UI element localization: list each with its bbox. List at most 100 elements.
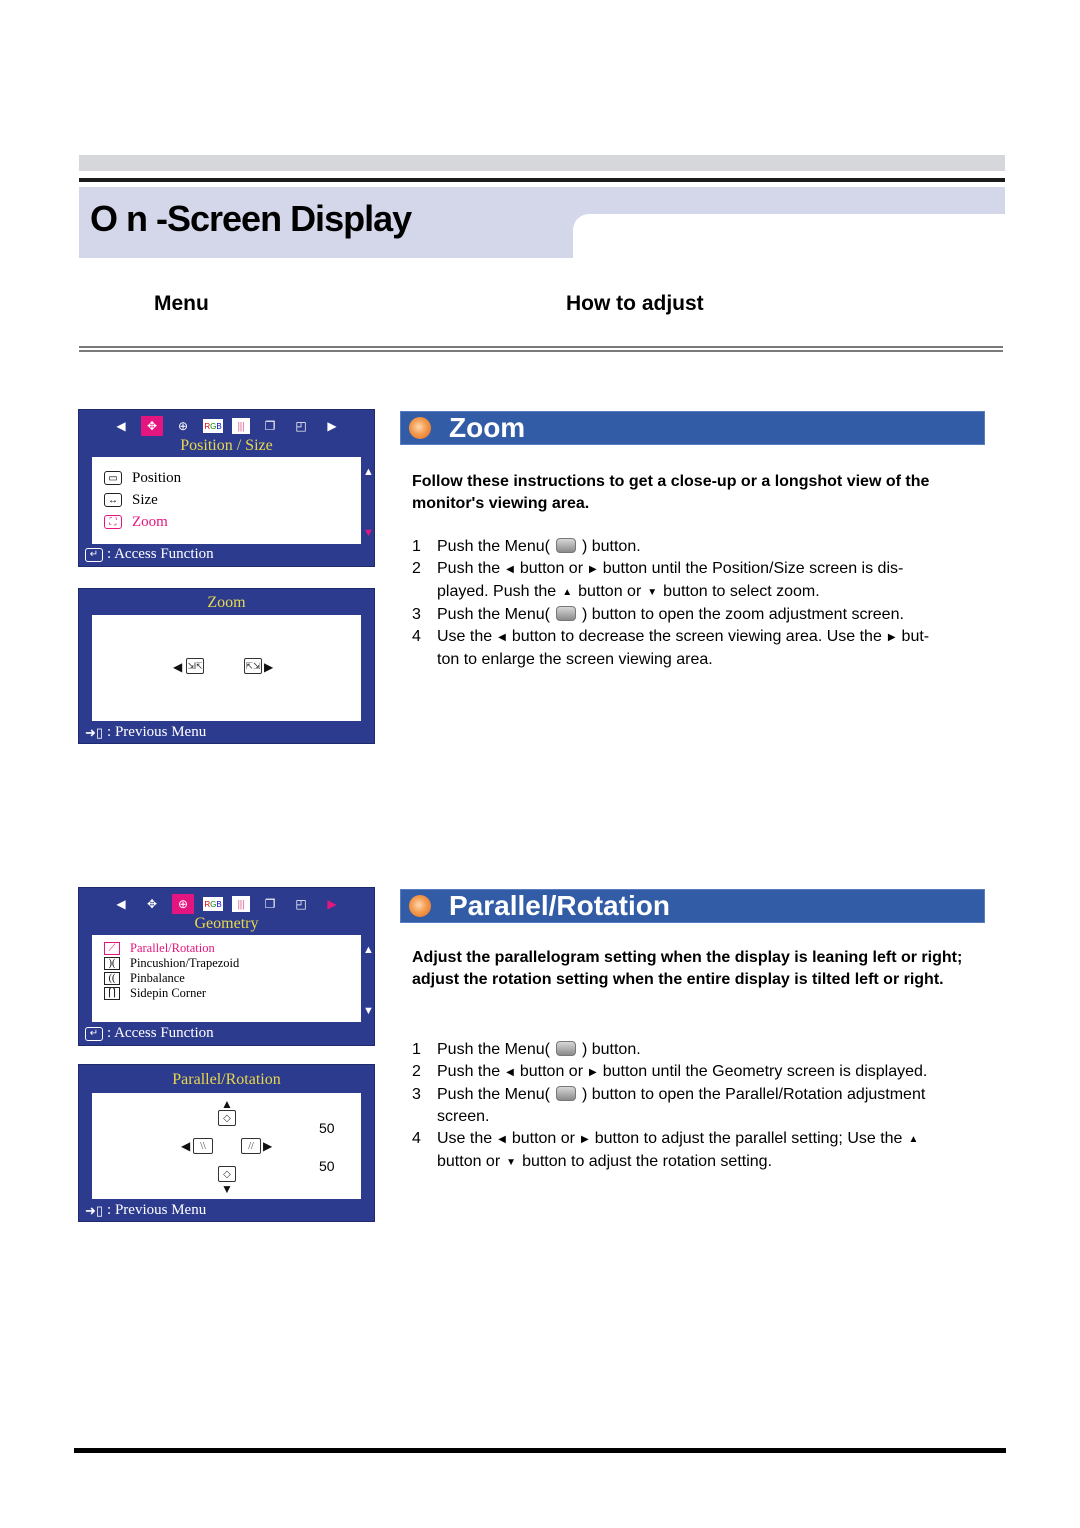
osd-tab-row: ◀ ✥ ⊕ RGB ||| ❐ ◰ ▶ — [79, 416, 374, 436]
osd-geometry-screen: ◀ ✥ ⊕ RGB ||| ❐ ◰ ▶ Geometry ⟋ Parallel/… — [78, 887, 375, 1046]
scroll-up-arrow-icon[interactable]: ▲ — [363, 944, 374, 956]
enter-icon: ↵ — [85, 1026, 103, 1041]
rgb-icon[interactable]: RGB — [203, 897, 223, 911]
down-button-icon: ▼ — [647, 587, 658, 598]
menu-button-icon — [555, 1086, 576, 1101]
left-button-icon: ◀ — [506, 1067, 514, 1078]
page-title: O n -Screen Display — [90, 198, 412, 239]
step-1: 1 Push the Menu() button. — [412, 1041, 641, 1058]
section-header-parallel-rotation: Parallel/Rotation — [400, 889, 985, 923]
zoom-steps: 1 Push the Menu() button. 2 Push the ◀ butto… — [412, 536, 1012, 671]
osd-menu-item-position[interactable]: ▭ Position — [104, 467, 361, 489]
osd-parallel-rotation-screen: Parallel/Rotation ▲ ◇ ◀ \\ // ▶ ◇ ▼ 50 5… — [78, 1064, 375, 1222]
bullet-icon — [409, 895, 431, 917]
zoom-intro: Follow these instructions to get a close… — [412, 473, 930, 512]
down-button-icon: ▼ — [506, 1157, 517, 1168]
header-double-rule — [79, 346, 1003, 352]
color-bars-icon[interactable]: ||| — [232, 896, 250, 912]
parallel-left-arrow-icon[interactable]: ◀ — [181, 1139, 190, 1154]
right-button-icon: ▶ — [887, 632, 896, 643]
step-2: 2 Push the ◀ button or ▶ button until the Geo… — [412, 1061, 1012, 1084]
rotation-right-icon: ◇ — [218, 1110, 236, 1126]
menu-button-icon — [555, 606, 576, 621]
left-button-icon: ◀ — [498, 1134, 506, 1145]
step-1: 1 Push the Menu() button. — [412, 538, 641, 555]
rotation-value: 50 — [319, 1158, 335, 1174]
multi-window-icon[interactable]: ❐ — [259, 894, 281, 914]
scroll-down-arrow-icon[interactable]: ▼ — [363, 1005, 374, 1017]
left-button-icon: ◀ — [498, 632, 506, 643]
exit-door-icon: ➜▯ — [85, 1202, 104, 1218]
osd-footer: ↵ : Access Function — [85, 546, 214, 563]
menu-button-icon — [555, 538, 576, 553]
right-button-icon: ▶ — [581, 1134, 589, 1145]
left-arrow-icon[interactable]: ◀ — [110, 416, 132, 436]
rgb-icon[interactable]: RGB — [203, 419, 223, 433]
osd-position-size-screen: ◀ ✥ ⊕ RGB ||| ❐ ◰ ▶ Position / Size ▭ Po… — [78, 409, 375, 567]
right-arrow-icon[interactable]: ▶ — [321, 416, 343, 436]
osd-menu-list: ▭ Position ↔ Size ⛶ Zoom — [92, 457, 361, 544]
geometry-icon[interactable]: ⊕ — [172, 894, 194, 914]
position-size-icon[interactable]: ✥ — [141, 894, 163, 914]
step-2: 2 Push the ◀ button or ▶ button until the Pos… — [412, 558, 1012, 604]
window-layout-icon[interactable]: ◰ — [290, 416, 312, 436]
pinbalance-icon: (( — [104, 972, 120, 985]
window-layout-icon[interactable]: ◰ — [290, 894, 312, 914]
exit-door-icon: ➜▯ — [85, 724, 104, 740]
step-4: 4 Use the ◀ button or ▶ button to adjust the … — [412, 1128, 1012, 1174]
right-arrow-icon[interactable]: ▶ — [321, 894, 343, 914]
osd-tab-row: ◀ ✥ ⊕ RGB ||| ❐ ◰ ▶ — [79, 894, 374, 914]
osd-menu-item-sidepin-corner[interactable]: ⌈⌉ Sidepin Corner — [104, 986, 361, 1001]
osd-footer: ↵ : Access Function — [85, 1025, 214, 1042]
step-3: 3 Push the Menu() button to open the zoom… — [412, 606, 904, 623]
parallel-rotation-icon: ⟋ — [104, 942, 120, 955]
parallel-steps: 1 Push the Menu() button. 2 Push the ◀ butto… — [412, 1039, 1012, 1174]
parallel-intro: Adjust the parallelogram setting when th… — [412, 949, 963, 988]
osd-menu-item-zoom[interactable]: ⛶ Zoom — [104, 511, 361, 533]
up-button-icon: ▲ — [562, 587, 573, 598]
rotation-down-arrow-icon[interactable]: ▼ — [221, 1182, 233, 1197]
position-size-icon[interactable]: ✥ — [141, 416, 163, 436]
osd-caption: Parallel/Rotation — [172, 1071, 281, 1088]
osd-menu-list: ⟋ Parallel/Rotation )( Pincushion/Trapez… — [92, 935, 361, 1022]
color-bars-icon[interactable]: ||| — [232, 418, 250, 434]
size-icon: ↔ — [104, 493, 122, 507]
osd-menu-item-pincushion-trapezoid[interactable]: )( Pincushion/Trapezoid — [104, 956, 361, 971]
pincushion-icon: )( — [104, 957, 120, 970]
scroll-up-arrow-icon[interactable]: ▲ — [363, 466, 374, 478]
osd-parallel-panel: ▲ ◇ ◀ \\ // ▶ ◇ ▼ 50 50 — [92, 1093, 361, 1199]
osd-menu-item-size[interactable]: ↔ Size — [104, 489, 361, 511]
step-4: 4 Use the ◀ button to decrease the screen v… — [412, 628, 930, 668]
left-button-icon: ◀ — [506, 564, 514, 575]
header-top-bar — [79, 155, 1005, 171]
geometry-icon[interactable]: ⊕ — [172, 416, 194, 436]
parallel-left-icon: \\ — [193, 1138, 213, 1154]
enter-icon: ↵ — [85, 547, 103, 562]
osd-footer: ➜▯ : Previous Menu — [85, 1202, 207, 1218]
menu-button-icon — [555, 1041, 576, 1056]
left-arrow-icon[interactable]: ◀ — [110, 894, 132, 914]
up-button-icon: ▲ — [908, 1134, 919, 1145]
parallel-right-arrow-icon[interactable]: ▶ — [263, 1139, 272, 1154]
parallel-right-icon: // — [241, 1138, 261, 1154]
decrease-arrow-icon[interactable]: ◀ — [173, 660, 182, 675]
step-3: 3 Push the Menu() button to open the Para… — [412, 1086, 926, 1125]
osd-caption: Zoom — [207, 594, 246, 611]
section-header-zoom: Zoom — [400, 411, 985, 445]
zoom-icon: ⛶ — [104, 515, 122, 529]
header-rule — [79, 178, 1005, 182]
footer-rule — [74, 1448, 1006, 1453]
sidepin-corner-icon: ⌈⌉ — [104, 987, 120, 1000]
column-heading-menu: Menu — [154, 292, 209, 315]
osd-caption: Geometry — [194, 915, 259, 932]
right-button-icon: ▶ — [589, 564, 597, 575]
position-icon: ▭ — [104, 471, 122, 485]
parallel-value: 50 — [319, 1120, 335, 1136]
scroll-down-arrow-icon[interactable]: ▼ — [363, 527, 374, 539]
multi-window-icon[interactable]: ❐ — [259, 416, 281, 436]
increase-arrow-icon[interactable]: ▶ — [264, 660, 273, 675]
bullet-icon — [409, 417, 431, 439]
osd-menu-item-pinbalance[interactable]: (( Pinbalance — [104, 971, 361, 986]
osd-menu-item-parallel-rotation[interactable]: ⟋ Parallel/Rotation — [104, 941, 361, 956]
osd-zoom-screen: Zoom ◀ ⇲⇱ ⇱⇲ ▶ ➜▯ : Previous Menu — [78, 588, 375, 744]
